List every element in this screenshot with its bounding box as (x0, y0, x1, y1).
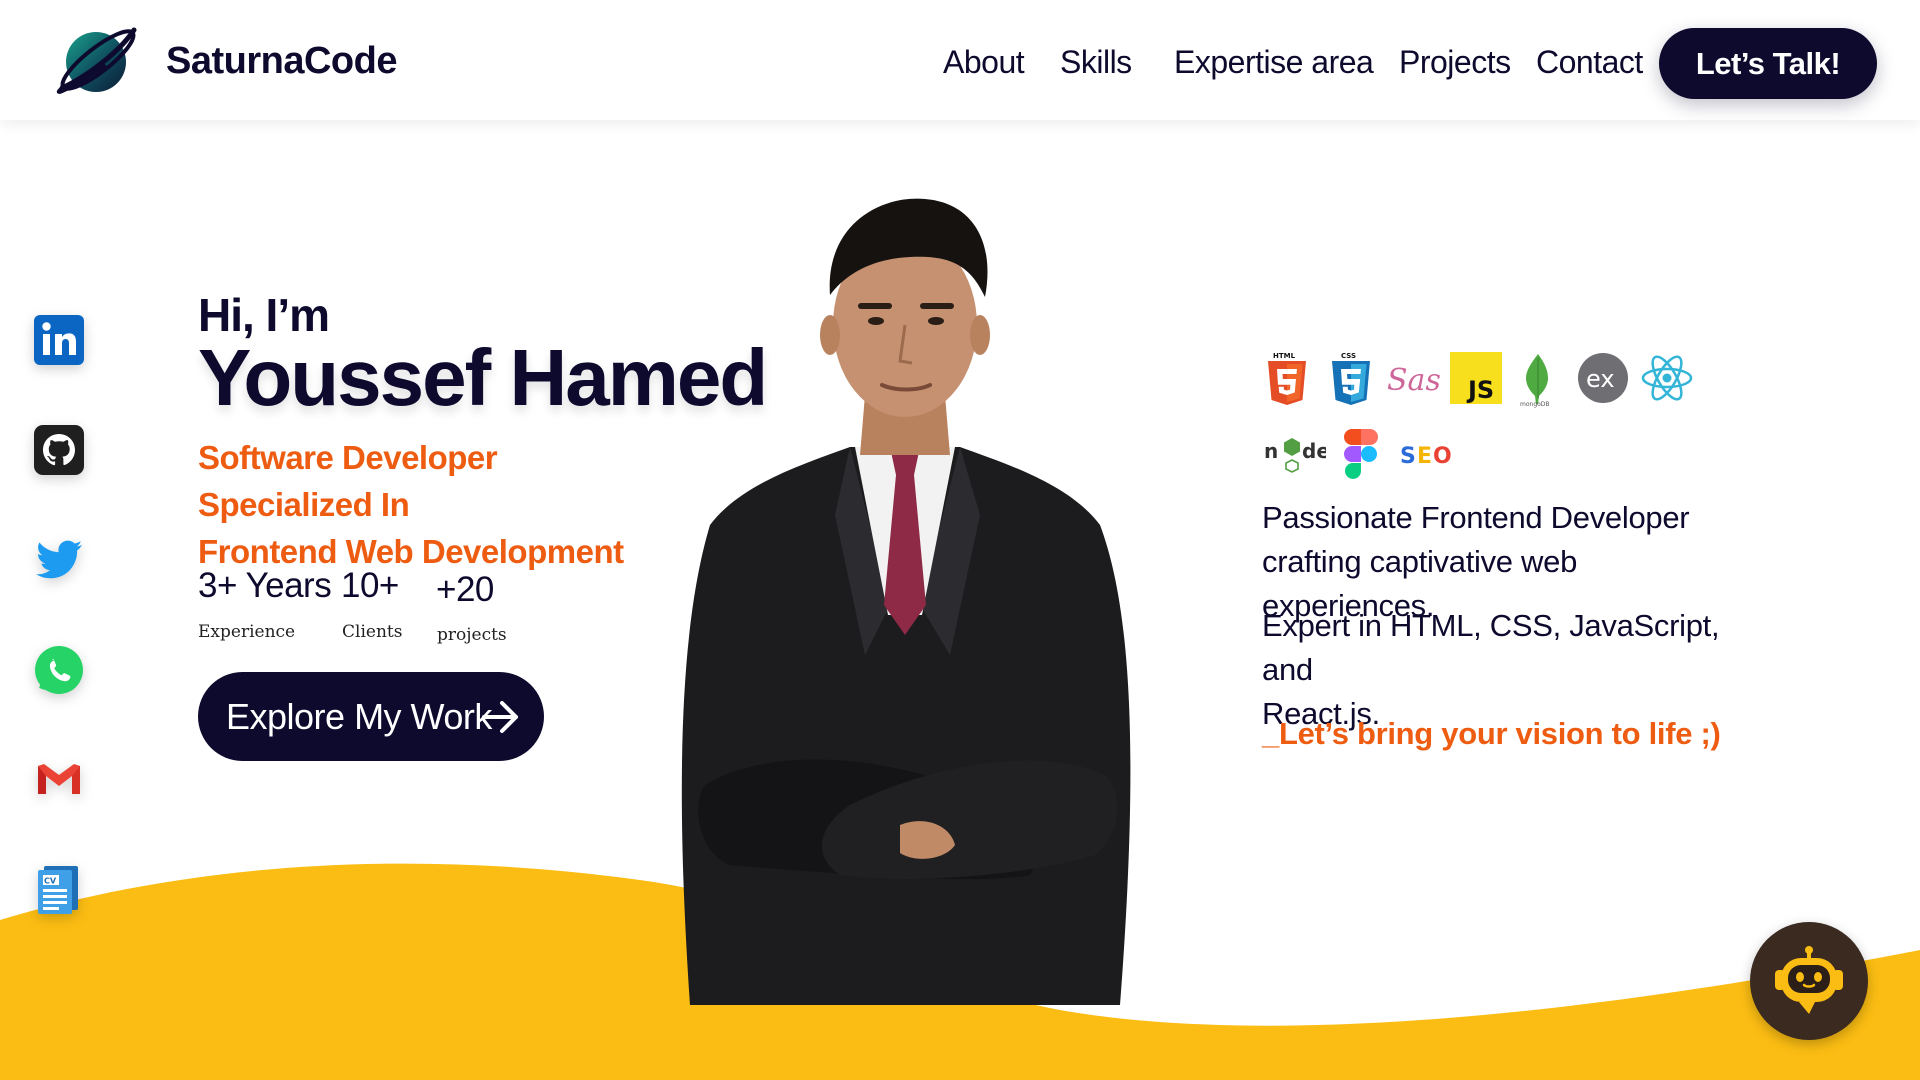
explore-my-work-button[interactable]: Explore My Work (198, 672, 544, 761)
saturn-logo-icon[interactable] (54, 18, 138, 102)
github-icon (34, 425, 84, 475)
about-line3: Expert in HTML, CSS, JavaScript, and (1262, 608, 1720, 687)
chatbot-button[interactable] (1750, 922, 1868, 1040)
svg-text:HTML: HTML (1273, 352, 1296, 360)
profile-photo (681, 198, 1131, 1005)
css3-icon: CSS (1326, 350, 1376, 406)
svg-text:mongoDB: mongoDB (1520, 401, 1550, 408)
svg-text:n: n (1264, 439, 1278, 463)
about-line1: Passionate Frontend Developer (1262, 500, 1690, 535)
github-link[interactable] (32, 423, 86, 477)
html5-icon: HTML (1262, 350, 1312, 406)
stat-clients-label: Clients (342, 622, 403, 642)
svg-text:ex: ex (1586, 365, 1615, 393)
whatsapp-link[interactable] (32, 643, 86, 697)
arrow-right-icon (482, 701, 518, 733)
gmail-link[interactable] (32, 752, 86, 806)
cv-link[interactable]: CV (32, 862, 86, 916)
gmail-icon (38, 764, 80, 794)
about-tagline: _Let’s bring your vision to life ;) (1262, 716, 1721, 751)
mongodb-icon: mongoDB (1516, 352, 1560, 408)
svg-text:S: S (1400, 444, 1416, 469)
twitter-icon (36, 540, 82, 579)
svg-text:CSS: CSS (1341, 352, 1356, 360)
express-icon: ex (1577, 352, 1629, 404)
nav-about[interactable]: About (943, 44, 1025, 81)
brand-name[interactable]: SaturnaCode (166, 40, 397, 83)
linkedin-link[interactable] (32, 313, 86, 367)
twitter-link[interactable] (32, 533, 86, 587)
nav-projects[interactable]: Projects (1399, 44, 1511, 81)
site-header: SaturnaCode About Skills Expertise area … (0, 0, 1920, 120)
stat-experience-value: 3+ Years (198, 566, 332, 605)
seo-icon: S E O (1398, 436, 1454, 472)
hero-role: Software Developer Specialized In Fronte… (198, 434, 658, 575)
stat-projects-value: +20 (436, 570, 494, 609)
svg-text:de: de (1302, 439, 1326, 463)
hero-name: Youssef Hamed (198, 333, 768, 422)
nav-contact[interactable]: Contact (1536, 44, 1643, 81)
lets-talk-button[interactable]: Let’s Talk! (1659, 28, 1877, 99)
figma-icon (1342, 428, 1380, 480)
nodejs-icon: n de (1262, 430, 1326, 476)
stat-projects-label: projects (437, 625, 507, 645)
javascript-icon: JS (1450, 352, 1502, 404)
hero-role-line1: Software Developer Specialized In (198, 439, 498, 523)
svg-text:CV: CV (44, 877, 57, 886)
cv-icon: CV (38, 866, 78, 914)
page: SaturnaCode About Skills Expertise area … (0, 0, 1920, 1080)
explore-button-label: Explore My Work (226, 695, 492, 737)
svg-text:E: E (1417, 444, 1432, 469)
nav-expertise-area[interactable]: Expertise area (1174, 44, 1374, 81)
stat-clients-value: 10+ (341, 566, 399, 605)
nav-skills[interactable]: Skills (1060, 44, 1132, 81)
stat-experience-label: Experience (198, 622, 296, 642)
svg-text:O: O (1433, 444, 1452, 469)
whatsapp-icon (35, 646, 83, 694)
linkedin-icon (34, 315, 84, 365)
chatbot-robot-icon (1775, 946, 1843, 1014)
sass-icon: Sass (1385, 352, 1441, 404)
react-icon (1640, 352, 1694, 404)
svg-text:JS: JS (1466, 376, 1494, 404)
svg-text:Sass: Sass (1387, 363, 1441, 398)
